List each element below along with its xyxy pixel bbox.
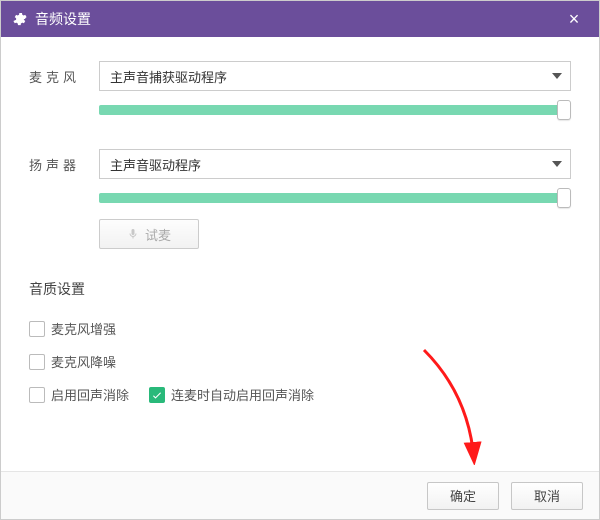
cancel-button[interactable]: 取消	[511, 482, 583, 510]
checkbox-box	[29, 354, 45, 370]
speaker-slider-thumb[interactable]	[557, 188, 571, 208]
speaker-row: 扬声器 主声音驱动程序	[29, 149, 571, 179]
mic-icon	[127, 228, 139, 240]
mic-row: 麦克风 主声音捕获驱动程序	[29, 61, 571, 91]
mic-slider-thumb[interactable]	[557, 100, 571, 120]
mic-boost-label: 麦克风增强	[51, 319, 116, 338]
audio-settings-window: 音频设置 × 麦克风 主声音捕获驱动程序 扬声器 主声音驱动程序	[0, 0, 600, 520]
footer: 确定 取消	[1, 471, 599, 519]
mic-device-value: 主声音捕获驱动程序	[110, 67, 227, 86]
quality-section-title: 音质设置	[29, 279, 571, 299]
cancel-label: 取消	[534, 486, 560, 505]
echo-cancel-label: 启用回声消除	[51, 385, 129, 404]
speaker-label: 扬声器	[29, 155, 99, 174]
caret-down-icon	[552, 161, 562, 167]
mic-noise-label: 麦克风降噪	[51, 352, 116, 371]
test-mic-row: 试麦	[29, 219, 571, 249]
ok-button[interactable]: 确定	[427, 482, 499, 510]
titlebar: 音频设置 ×	[1, 1, 599, 37]
speaker-volume-row	[29, 189, 571, 207]
mic-label: 麦克风	[29, 67, 99, 86]
mic-device-select[interactable]: 主声音捕获驱动程序	[99, 61, 571, 91]
close-icon[interactable]: ×	[559, 1, 589, 37]
mic-noise-checkbox[interactable]: 麦克风降噪	[29, 352, 116, 371]
gear-icon	[11, 11, 27, 27]
mic-volume-row	[29, 101, 571, 119]
auto-echo-checkbox[interactable]: 连麦时自动启用回声消除	[149, 385, 314, 404]
mic-slider-track	[99, 105, 571, 115]
speaker-device-value: 主声音驱动程序	[110, 155, 201, 174]
test-mic-button[interactable]: 试麦	[99, 219, 199, 249]
mic-boost-checkbox[interactable]: 麦克风增强	[29, 319, 116, 338]
checkbox-box	[29, 321, 45, 337]
checkbox-box	[149, 387, 165, 403]
speaker-volume-slider[interactable]	[99, 189, 571, 207]
caret-down-icon	[552, 73, 562, 79]
test-mic-label: 试麦	[145, 225, 171, 244]
content-area: 麦克风 主声音捕获驱动程序 扬声器 主声音驱动程序	[1, 37, 599, 471]
speaker-slider-track	[99, 193, 571, 203]
echo-cancel-checkbox[interactable]: 启用回声消除	[29, 385, 129, 404]
ok-label: 确定	[450, 486, 476, 505]
auto-echo-label: 连麦时自动启用回声消除	[171, 385, 314, 404]
window-title: 音频设置	[35, 9, 91, 29]
checkbox-box	[29, 387, 45, 403]
speaker-device-select[interactable]: 主声音驱动程序	[99, 149, 571, 179]
mic-volume-slider[interactable]	[99, 101, 571, 119]
